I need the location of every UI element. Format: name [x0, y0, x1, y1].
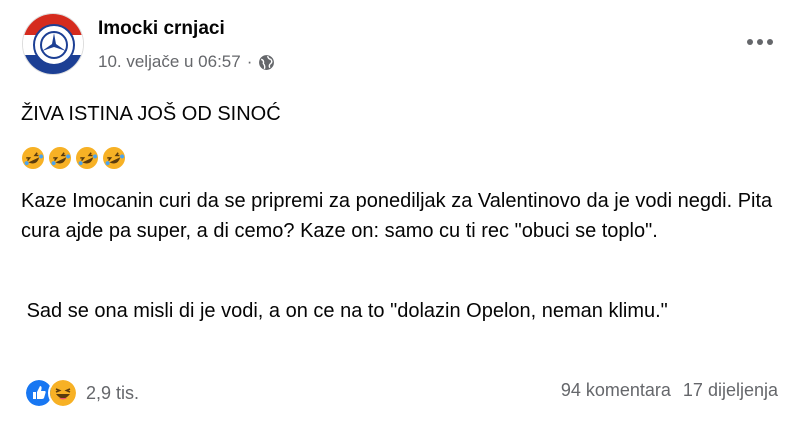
haha-icon: [48, 378, 78, 408]
shares-count-link[interactable]: 17 dijeljenja: [683, 380, 778, 401]
reactions-summary[interactable]: 2,9 tis.: [24, 378, 139, 408]
rofl-emoji-icon: [103, 147, 125, 169]
rofl-emoji-icon: [76, 147, 98, 169]
post-headline: ŽIVA ISTINA JOŠ OD SINOĆ: [21, 103, 281, 125]
rofl-emoji-icon: [22, 147, 44, 169]
reaction-count[interactable]: 2,9 tis.: [86, 383, 139, 404]
post-stats: 94 komentara 17 dijeljenja: [561, 380, 778, 401]
ellipsis-icon: [747, 39, 773, 45]
author-name[interactable]: Imocki crnjaci: [98, 18, 225, 40]
more-options-button[interactable]: [742, 30, 778, 54]
post-timestamp[interactable]: 10. veljače u 06:57: [98, 52, 241, 72]
emoji-row: [21, 146, 126, 170]
meta-separator: ·: [246, 52, 253, 71]
post-paragraph-2: Sad se ona misli di je vodi, a on ce na …: [21, 300, 668, 322]
mercedes-logo-avatar: [23, 14, 83, 74]
comments-count-link[interactable]: 94 komentara: [561, 380, 671, 401]
avatar[interactable]: [22, 13, 84, 75]
rofl-emoji-icon: [49, 147, 71, 169]
post-paragraph-1: Kaze Imocanin curi da se pripremi za pon…: [21, 190, 773, 242]
globe-icon[interactable]: [258, 54, 275, 71]
post-meta: 10. veljače u 06:57 ·: [98, 52, 275, 72]
